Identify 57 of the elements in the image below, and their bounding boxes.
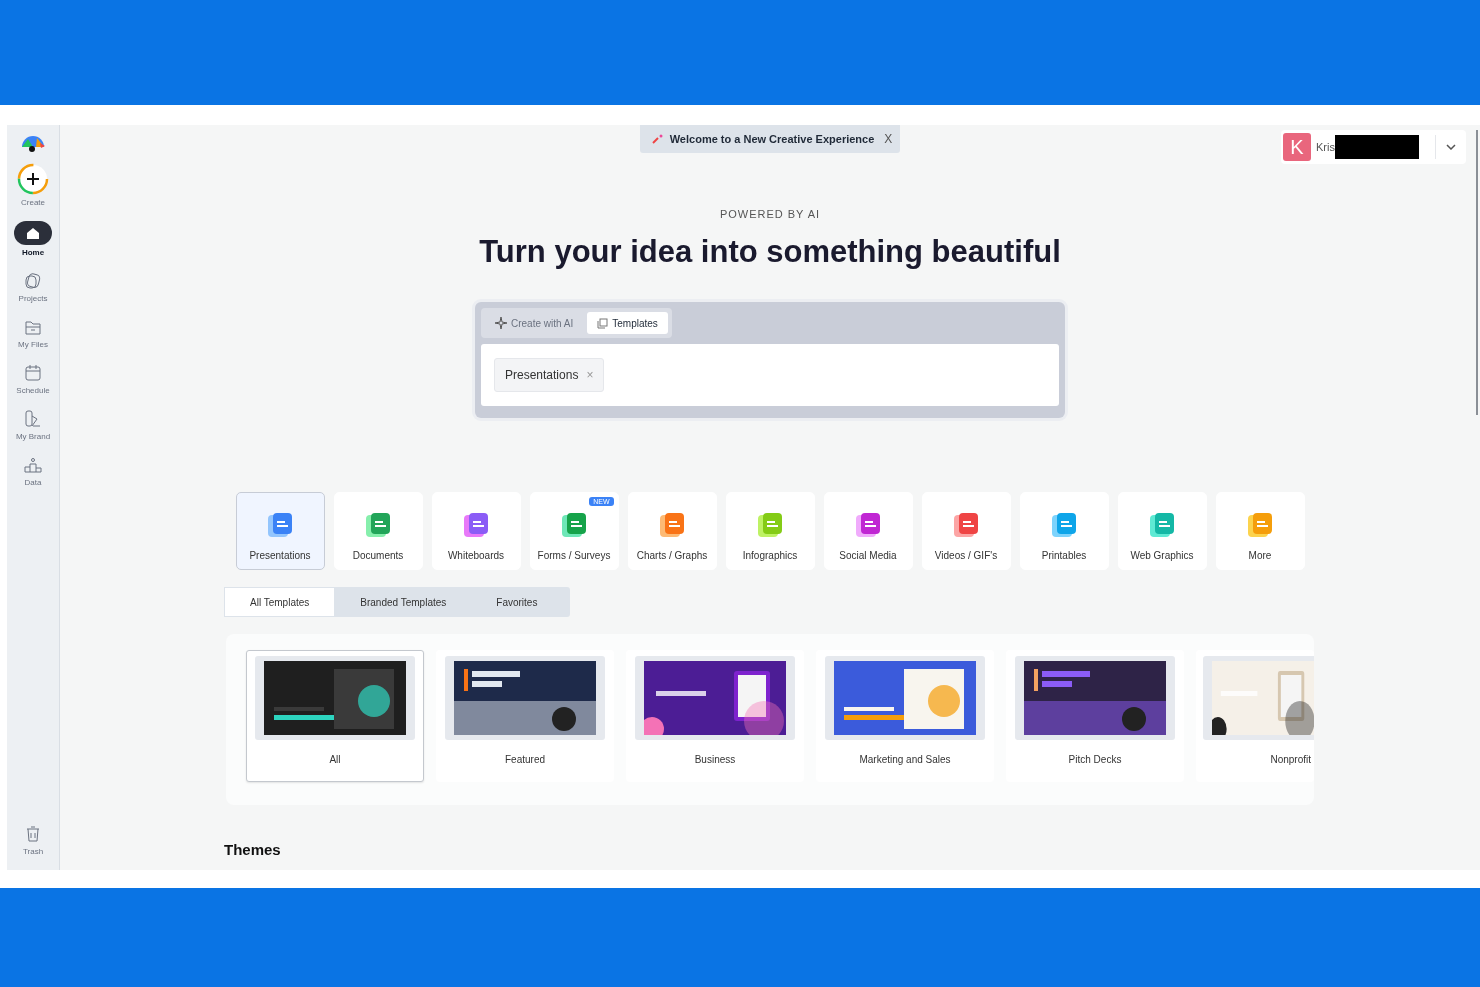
template-label: Marketing and Sales <box>859 754 951 765</box>
sidebar-item[interactable]: My Files <box>18 317 48 349</box>
sidebar-item[interactable]: Data <box>23 455 43 487</box>
filter-tab[interactable]: All Templates <box>224 587 336 617</box>
sidebar-item[interactable]: Home <box>14 221 52 257</box>
caret-icon <box>1446 144 1456 150</box>
copy-icon <box>597 317 609 329</box>
category-tile[interactable]: Infographics <box>725 492 815 570</box>
filter-tab[interactable]: Branded Templates <box>335 587 472 617</box>
swatch-icon <box>23 409 43 429</box>
section-title: Themes <box>224 841 281 858</box>
mode-tab[interactable]: Templates <box>587 312 668 334</box>
page-heading: Turn your idea into something beautiful <box>479 234 1061 270</box>
home-icon <box>14 221 52 245</box>
avatar: K <box>1283 133 1311 161</box>
category-tile[interactable]: Printables <box>1019 492 1109 570</box>
template-card[interactable]: Nonprofit <box>1196 650 1314 782</box>
template-label: Business <box>694 754 736 765</box>
template-label: Pitch Decks <box>1068 754 1122 765</box>
category-tile[interactable]: Web Graphics <box>1117 492 1207 570</box>
category-tile[interactable]: Documents <box>333 492 423 570</box>
sidebar-item[interactable]: My Brand <box>15 409 51 441</box>
sidebar-item[interactable]: Create <box>17 163 49 207</box>
account-menu[interactable]: K Kris <box>1281 130 1466 164</box>
category-tile[interactable]: Social Media <box>823 492 913 570</box>
filter-chip[interactable]: Presentations × <box>494 358 605 392</box>
sidebar-item[interactable]: Projects <box>18 271 48 303</box>
template-card[interactable]: Marketing and Sales <box>816 650 994 782</box>
category-tile[interactable]: Presentations <box>235 492 325 570</box>
podium-icon <box>23 455 43 475</box>
trash-item[interactable]: Trash <box>22 824 44 856</box>
template-label: Nonprofit <box>1270 754 1311 765</box>
category-tile[interactable]: Whiteboards <box>431 492 521 570</box>
template-card[interactable]: Pitch Decks <box>1006 650 1184 782</box>
banner-text: Welcome to a New Creative Experience <box>669 133 875 145</box>
mode-tab[interactable]: Create with AI <box>485 312 584 334</box>
template-card[interactable]: All <box>246 650 424 782</box>
category-tile[interactable]: More <box>1215 492 1305 570</box>
category-tile[interactable]: Charts / Graphs <box>627 492 717 570</box>
sparkle-icon <box>651 134 664 144</box>
close-button[interactable]: X <box>880 132 893 146</box>
calendar-icon <box>23 363 43 383</box>
user-name: Kris <box>1316 141 1335 153</box>
scrollbar[interactable] <box>1476 130 1478 415</box>
search-field[interactable]: Presentations × <box>481 344 1059 406</box>
category-tile[interactable]: Videos / GIF's <box>921 492 1011 570</box>
template-label: All <box>329 754 341 765</box>
logo-icon <box>20 135 46 155</box>
template-label: Featured <box>505 754 545 765</box>
template-card[interactable]: Business <box>626 650 804 782</box>
plus-icon <box>17 163 49 195</box>
sparkle-icon <box>495 317 507 329</box>
folders-icon <box>23 271 43 291</box>
filter-tab[interactable]: Favorites <box>471 587 563 617</box>
sidebar-item[interactable]: Schedule <box>16 363 50 395</box>
template-card[interactable]: Featured <box>436 650 614 782</box>
eyebrow-text: POWERED BY AI <box>719 208 821 220</box>
